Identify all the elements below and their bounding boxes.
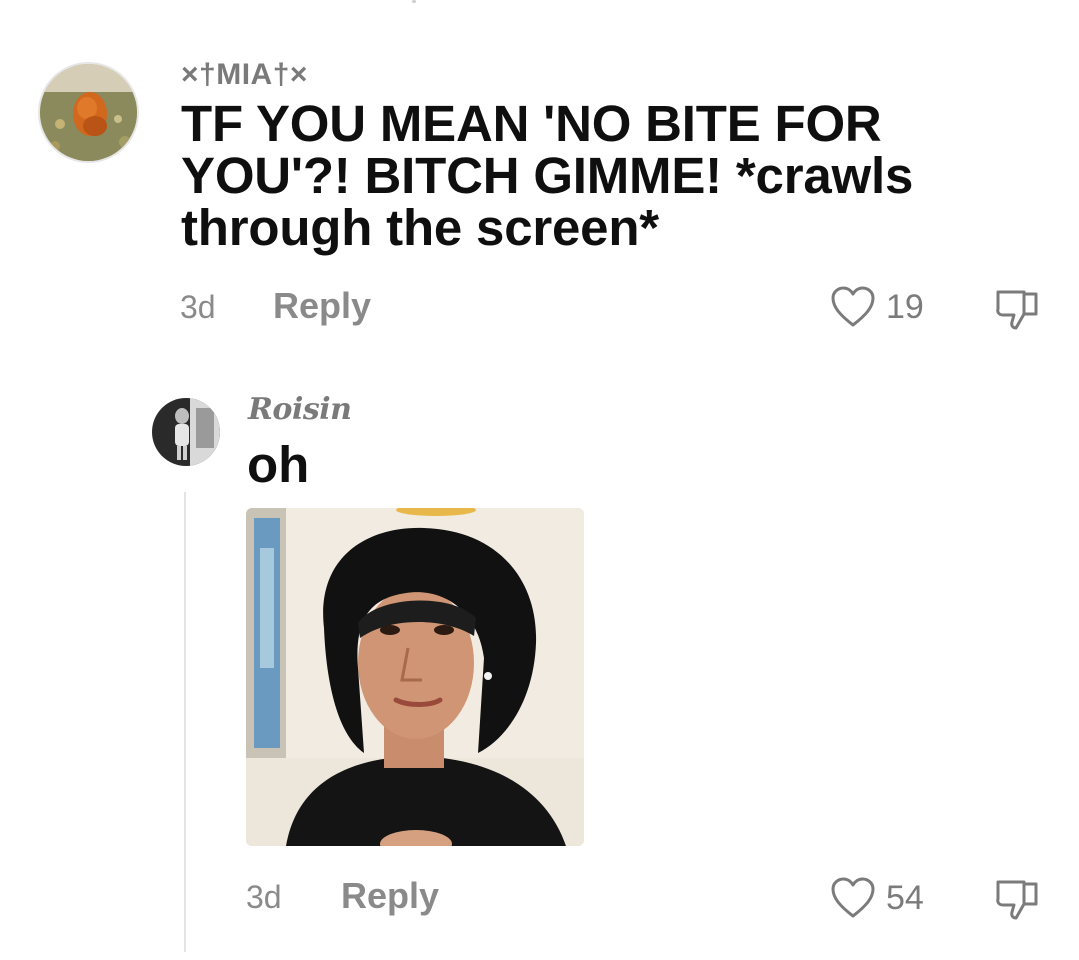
comment-text: oh	[247, 436, 310, 493]
comment-username[interactable]: ×†MIA†×	[181, 58, 308, 92]
comment-time: 3d	[246, 879, 282, 915]
comment-username[interactable]: Roisin	[248, 392, 352, 427]
avatar-photo	[40, 64, 137, 161]
photo-person-icon	[246, 508, 584, 846]
thumbs-down-icon[interactable]	[992, 874, 1044, 924]
avatar[interactable]	[152, 398, 220, 466]
top-scroll-mark	[412, 0, 416, 3]
thread-line	[184, 492, 186, 952]
like-button[interactable]: 19	[830, 285, 924, 329]
avatar[interactable]	[38, 62, 139, 163]
comment-image[interactable]	[246, 508, 584, 846]
avatar-photo	[152, 398, 220, 466]
comment-text: TF YOU MEAN 'NO BITE FOR YOU'?! BITCH GI…	[181, 95, 914, 256]
reply-button[interactable]: Reply	[341, 875, 439, 917]
thumbs-down-icon[interactable]	[992, 284, 1044, 334]
like-count: 19	[886, 287, 924, 326]
comment-time: 3d	[180, 289, 216, 325]
like-button[interactable]: 54	[830, 876, 924, 920]
heart-outline-icon	[831, 286, 875, 327]
reply-button[interactable]: Reply	[273, 285, 371, 327]
like-count: 54	[886, 878, 924, 917]
heart-outline-icon	[831, 877, 875, 918]
